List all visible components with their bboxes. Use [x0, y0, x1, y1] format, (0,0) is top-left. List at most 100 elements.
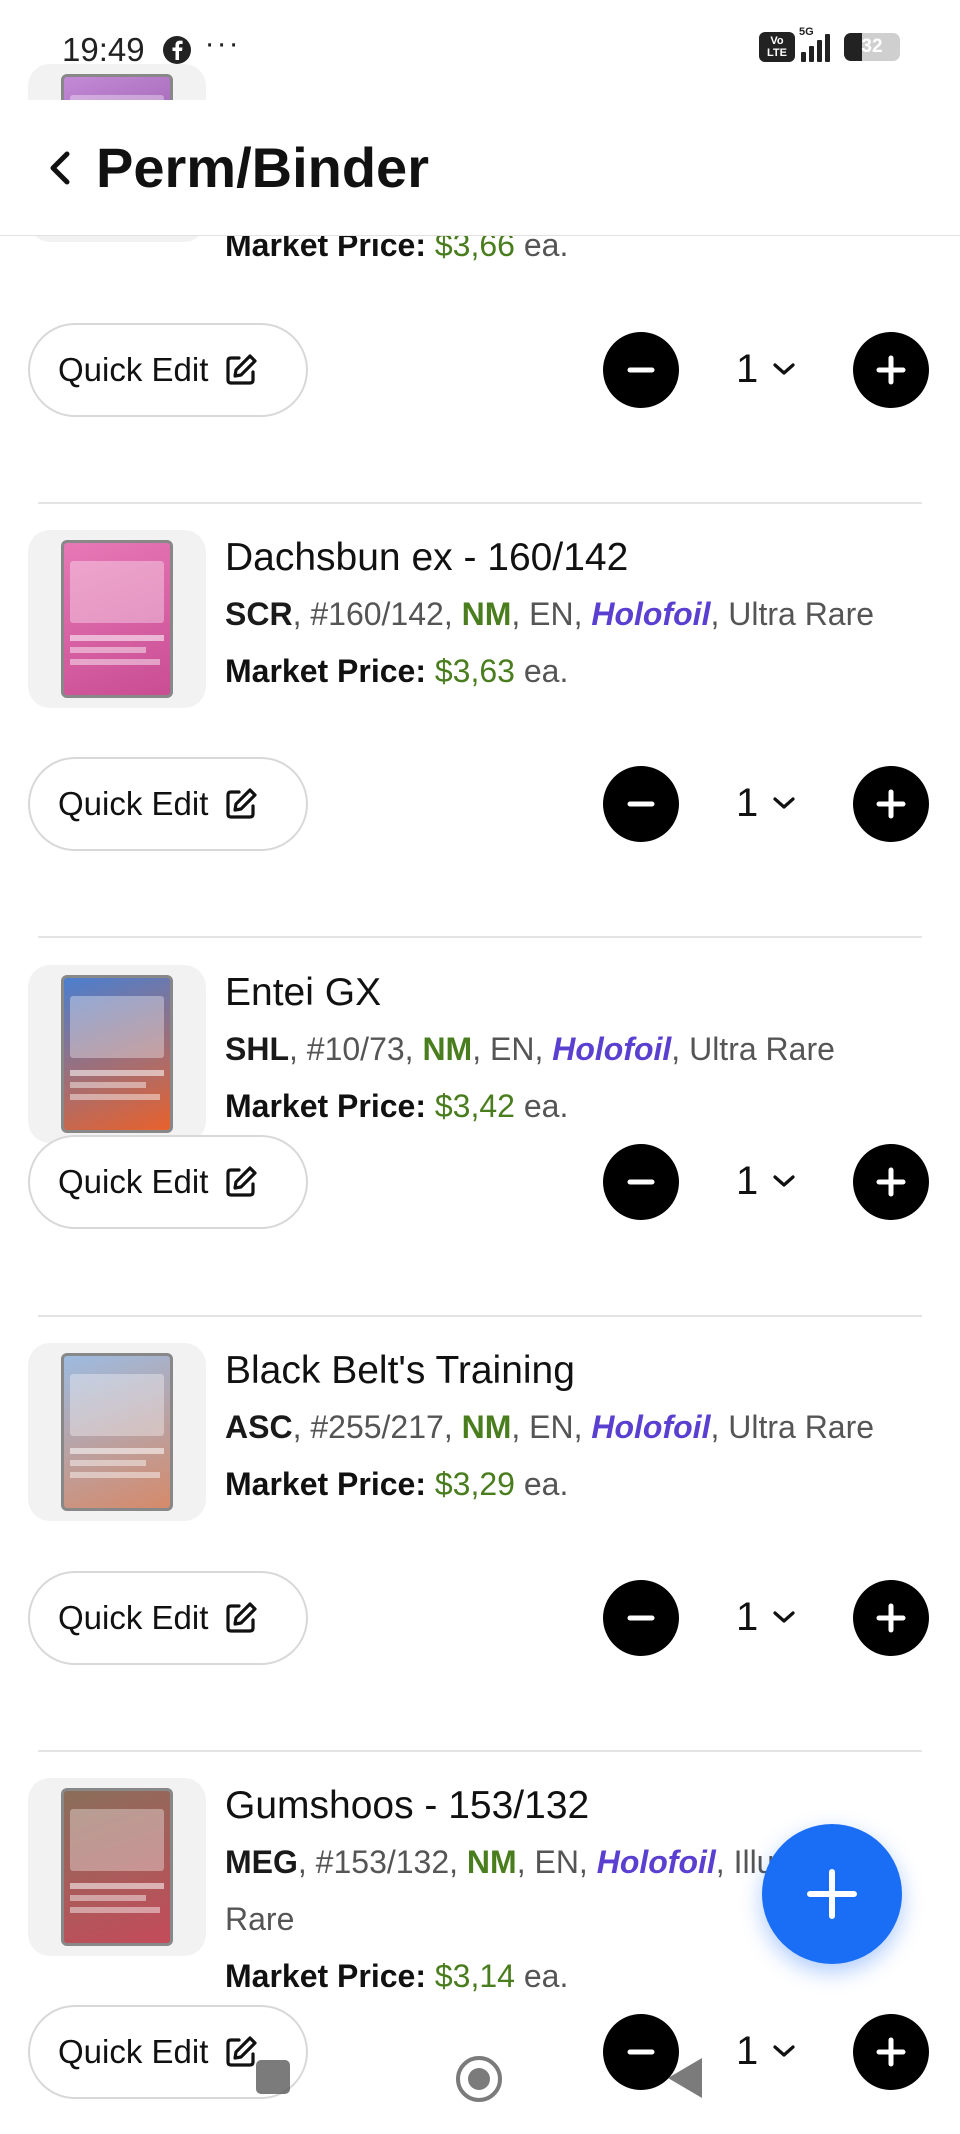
add-card-fab[interactable]	[762, 1824, 902, 1964]
quick-edit-button[interactable]: Quick Edit	[28, 1571, 308, 1665]
quick-edit-label: Quick Edit	[58, 1599, 209, 1636]
quick-edit-button[interactable]: Quick Edit	[28, 323, 308, 417]
minus-icon	[627, 1615, 655, 1621]
detail-plain: , EN,	[511, 596, 592, 632]
card-thumbnail[interactable]	[28, 530, 206, 708]
market-price-value: $3,29	[434, 1466, 515, 1502]
increase-quantity-button[interactable]	[853, 766, 929, 842]
card-details: ASC, #255/217, NM, EN, Holofoil, Ultra R…	[225, 1399, 915, 1456]
card-info: Black Belt's Training ASC, #255/217, NM, …	[225, 1343, 925, 1512]
market-price: Market Price: $3,29 ea.	[225, 1456, 925, 1512]
detail-set: MEG	[225, 1844, 298, 1880]
item-divider	[38, 1750, 922, 1752]
status-bar: 19:49 ··· Vo LTE 5G 32	[0, 0, 960, 100]
minus-icon	[627, 2049, 655, 2055]
detail-plain: , Ultra Rare	[710, 596, 875, 632]
market-price: Market Price: $3,63 ea.	[225, 643, 925, 699]
market-price-label: Market Price:	[225, 1466, 426, 1502]
each-suffix: ea.	[523, 653, 569, 689]
quick-edit-button[interactable]: Quick Edit	[28, 1135, 308, 1229]
card-name[interactable]: Entei GX	[225, 965, 925, 1021]
detail-plain: , EN,	[516, 1844, 597, 1880]
edit-icon	[226, 1166, 257, 1197]
card-image	[61, 1353, 173, 1511]
item-divider	[38, 1315, 922, 1317]
detail-set: SCR	[225, 596, 293, 632]
market-price-value: $3,42	[434, 1088, 515, 1124]
volte-icon: Vo LTE	[759, 32, 795, 62]
card-thumbnail[interactable]	[28, 1778, 206, 1956]
decrease-quantity-button[interactable]	[603, 332, 679, 408]
card-details: SCR, #160/142, NM, EN, Holofoil, Ultra R…	[225, 586, 915, 643]
minus-icon	[627, 367, 655, 373]
quick-edit-label: Quick Edit	[58, 2033, 209, 2070]
minus-icon	[627, 801, 655, 807]
increase-quantity-button[interactable]	[853, 332, 929, 408]
market-price-value: $3,14	[434, 1958, 515, 1994]
plus-icon	[876, 2037, 906, 2067]
detail-plain: , Ultra Rare	[710, 1409, 875, 1445]
collection-item: Black Belt's Training ASC, #255/217, NM, …	[0, 1343, 960, 1778]
each-suffix: ea.	[523, 1088, 569, 1124]
quantity-select[interactable]: 1	[736, 2023, 796, 2079]
back-button[interactable]	[30, 138, 90, 198]
card-image	[61, 1788, 173, 1946]
status-time: 19:49	[62, 31, 145, 68]
detail-set: ASC	[225, 1409, 293, 1445]
chevron-down-icon	[773, 797, 795, 809]
card-thumbnail[interactable]	[28, 965, 206, 1143]
quick-edit-label: Quick Edit	[58, 351, 209, 388]
quick-edit-label: Quick Edit	[58, 785, 209, 822]
edit-icon	[226, 354, 257, 385]
item-divider	[38, 502, 922, 504]
market-price: Market Price: $3,42 ea.	[225, 1078, 925, 1134]
quantity-select[interactable]: 1	[736, 775, 796, 831]
market-price-label: Market Price:	[225, 1958, 426, 1994]
plus-icon	[876, 789, 906, 819]
chevron-down-icon	[773, 1611, 795, 1623]
detail-cond: NM	[461, 1409, 512, 1445]
detail-cond: NM	[466, 1844, 517, 1880]
decrease-quantity-button[interactable]	[603, 1144, 679, 1220]
detail-cond: NM	[461, 596, 512, 632]
quick-edit-button[interactable]: Quick Edit	[28, 757, 308, 851]
card-name[interactable]: Black Belt's Training	[225, 1343, 925, 1399]
plus-icon	[876, 1603, 906, 1633]
decrease-quantity-button[interactable]	[603, 2014, 679, 2090]
market-price-label: Market Price:	[225, 1088, 426, 1124]
quantity-value: 1	[736, 1158, 759, 1203]
item-controls: Quick Edit 1	[0, 2005, 960, 2099]
quick-edit-button[interactable]: Quick Edit	[28, 2005, 308, 2099]
chevron-down-icon	[773, 2045, 795, 2057]
edit-icon	[226, 788, 257, 819]
battery-icon: 32	[844, 33, 900, 61]
plus-icon	[876, 355, 906, 385]
detail-plain: , Ultra Rare	[671, 1031, 835, 1067]
detail-foil: Holofoil	[596, 1844, 716, 1880]
item-divider	[38, 936, 922, 938]
detail-set: SHL	[225, 1031, 289, 1067]
decrease-quantity-button[interactable]	[603, 1580, 679, 1656]
quantity-select[interactable]: 1	[736, 1589, 796, 1645]
quantity-value: 1	[736, 2028, 759, 2073]
increase-quantity-button[interactable]	[853, 2014, 929, 2090]
card-name[interactable]: Dachsbun ex - 160/142	[225, 530, 925, 586]
card-details: SHL, #10/73, NM, EN, Holofoil, Ultra Rar…	[225, 1021, 915, 1078]
item-controls: Quick Edit 1	[0, 757, 960, 851]
quick-edit-label: Quick Edit	[58, 1163, 209, 1200]
detail-plain: , #10/73,	[289, 1031, 423, 1067]
quantity-select[interactable]: 1	[736, 341, 796, 397]
item-controls: Quick Edit 1	[0, 323, 960, 417]
quantity-value: 1	[736, 1594, 759, 1639]
facebook-icon	[162, 36, 191, 64]
detail-plain: , #255/217,	[292, 1409, 462, 1445]
quantity-select[interactable]: 1	[736, 1153, 796, 1209]
plus-icon	[876, 1167, 906, 1197]
card-thumbnail[interactable]	[28, 1343, 206, 1521]
increase-quantity-button[interactable]	[853, 1580, 929, 1656]
detail-foil: Holofoil	[552, 1031, 672, 1067]
increase-quantity-button[interactable]	[853, 1144, 929, 1220]
detail-plain: , EN,	[511, 1409, 592, 1445]
status-indicators: Vo LTE 5G 32	[759, 26, 900, 62]
decrease-quantity-button[interactable]	[603, 766, 679, 842]
